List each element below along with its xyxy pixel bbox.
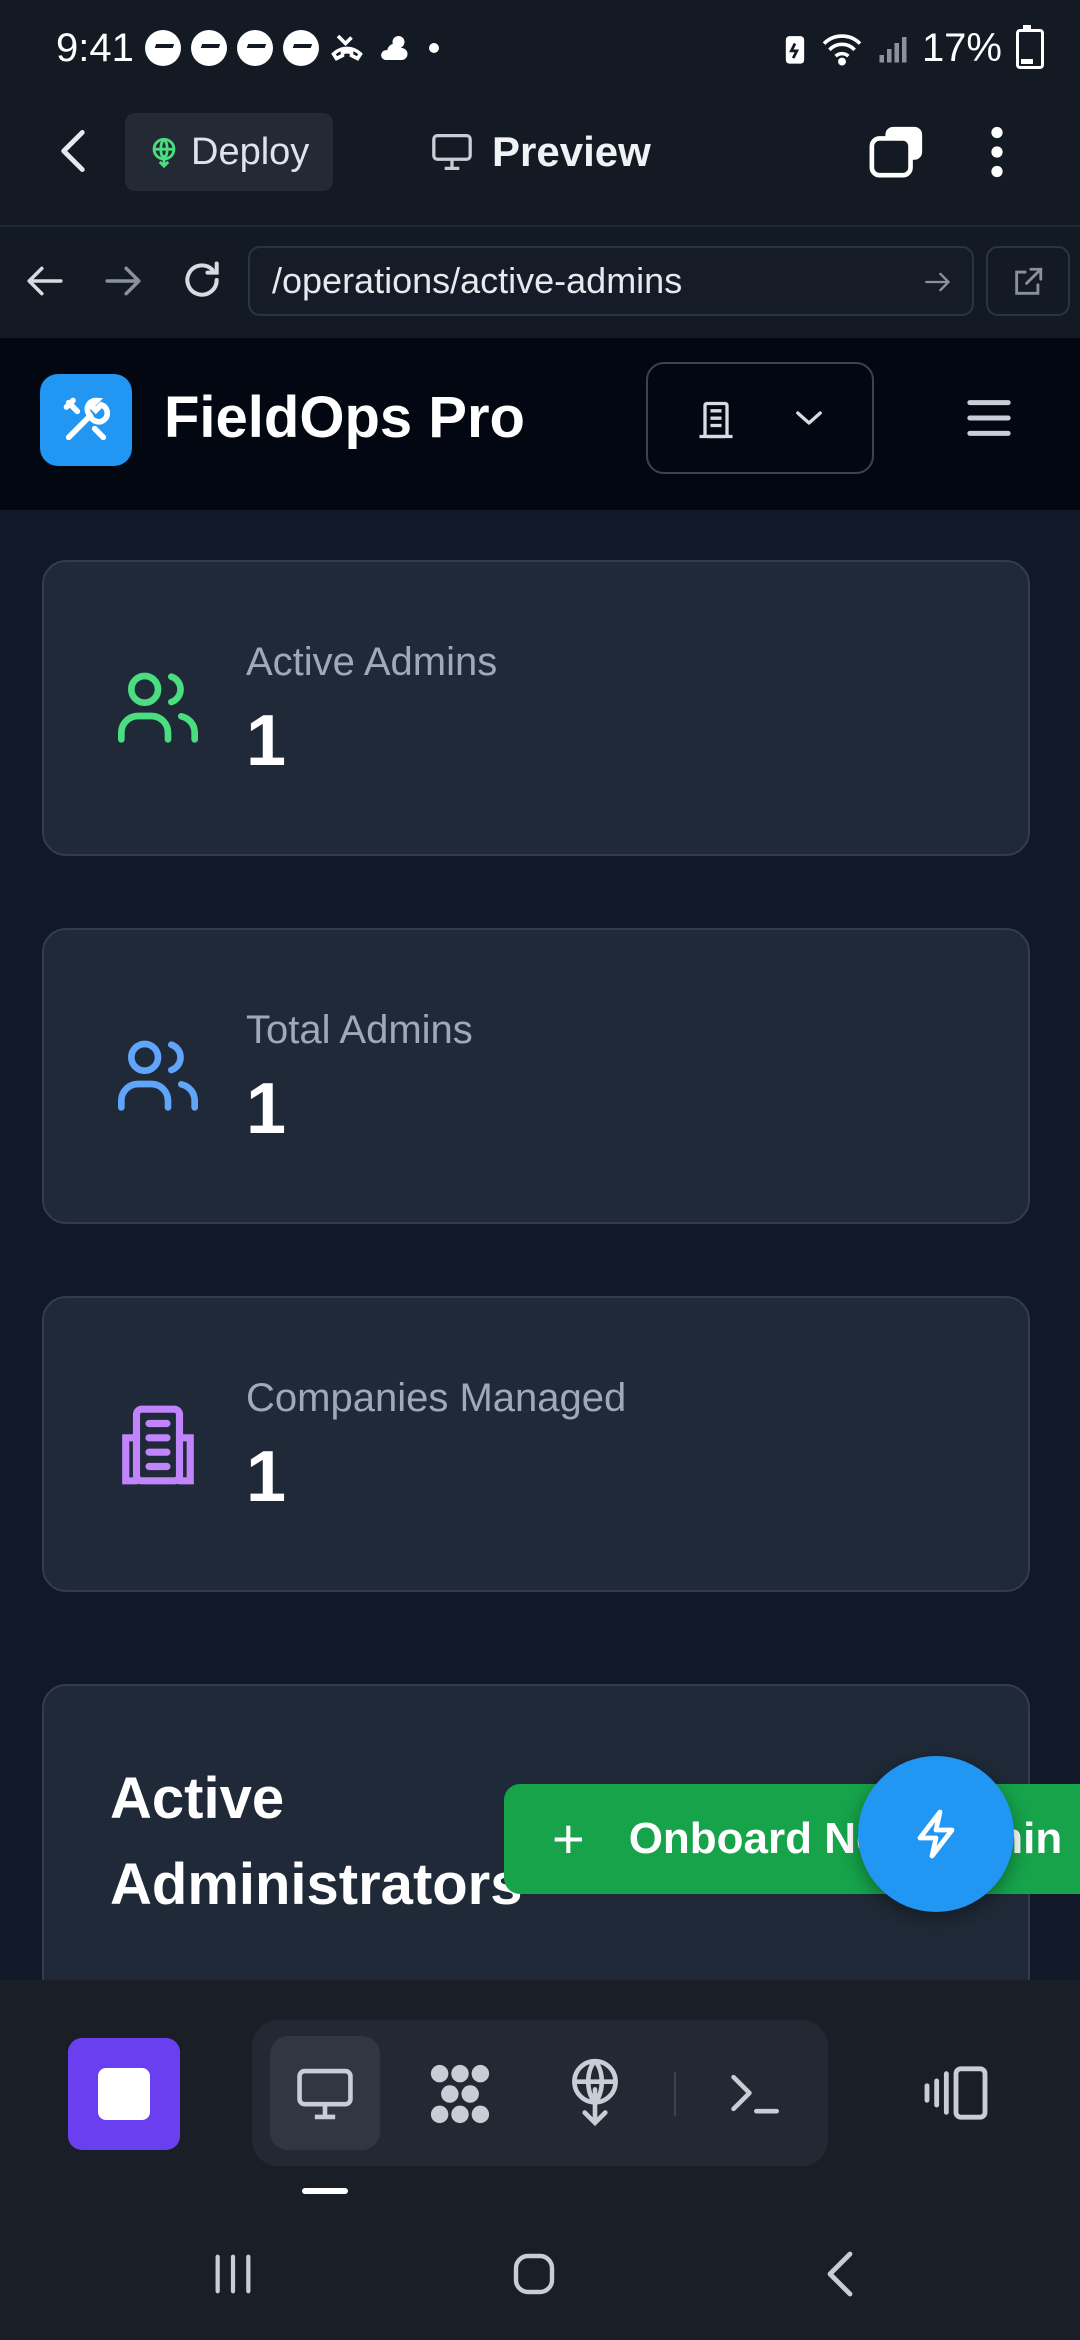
app-logo[interactable] (40, 374, 132, 466)
home-icon[interactable] (510, 2250, 558, 2298)
reload-icon[interactable] (180, 258, 224, 302)
stop-icon (98, 2068, 150, 2120)
go-arrow-icon[interactable] (924, 270, 952, 294)
messenger-icon (283, 30, 319, 66)
url-text: /operations/active-admins (272, 260, 683, 301)
stat-card-companies-managed: Companies Managed 1 (42, 1296, 1030, 1592)
back-chevron-icon[interactable] (60, 128, 86, 174)
system-back-icon[interactable] (826, 2250, 854, 2298)
tabs-switcher-icon[interactable] (868, 124, 926, 180)
stat-value: 1 (246, 1069, 287, 1149)
more-options-icon[interactable] (990, 126, 1004, 178)
external-link-icon (1015, 267, 1043, 295)
messenger-icon (237, 30, 273, 66)
stat-value: 1 (246, 701, 287, 781)
users-icon (117, 672, 198, 743)
active-tab-indicator (302, 2188, 348, 2194)
more-notifications-dot (429, 43, 439, 53)
wifi-icon (822, 33, 862, 66)
battery-percent: 17% (921, 26, 1002, 70)
lightning-icon (917, 1809, 955, 1859)
terminal-icon[interactable] (726, 2068, 782, 2118)
plus-icon: + (552, 1807, 585, 1870)
battery-icon (1016, 24, 1044, 69)
battery-saver-icon (785, 35, 805, 64)
system-status: 17% (784, 24, 1044, 71)
monitor-icon (432, 133, 472, 170)
recent-apps-icon[interactable] (210, 2252, 256, 2296)
site-title: FieldOps Pro (164, 385, 525, 450)
browser-back-icon[interactable] (26, 265, 64, 297)
stop-button[interactable] (68, 2038, 180, 2150)
cluster-icon[interactable] (424, 2062, 496, 2126)
signal-icon (879, 36, 907, 62)
chevron-down-icon (796, 411, 822, 425)
status-time: 9:41 (56, 26, 134, 70)
stat-card-total-admins: Total Admins 1 (42, 928, 1030, 1224)
dock-separator (674, 2072, 676, 2116)
section-title: Active Administrators (110, 1766, 523, 1917)
hamburger-menu-icon[interactable] (966, 398, 1012, 438)
device-switch-icon[interactable] (922, 2064, 990, 2122)
notification-icons (145, 30, 439, 66)
browser-forward-icon[interactable] (104, 265, 142, 297)
building-icon (122, 1405, 194, 1485)
deploy-icon[interactable] (564, 2056, 626, 2128)
deploy-icon (152, 137, 176, 169)
missed-call-icon (331, 34, 363, 61)
tools-icon (63, 397, 111, 441)
monitor-icon (297, 2068, 353, 2120)
messenger-icon (145, 30, 181, 66)
quick-action-fab[interactable] (858, 1756, 1014, 1912)
deploy-label: Deploy (191, 130, 310, 173)
url-input[interactable]: /operations/active-admins (248, 246, 974, 316)
preview-label: Preview (492, 128, 651, 175)
open-external-button[interactable] (986, 246, 1070, 316)
building-icon (699, 401, 733, 439)
preview-tab[interactable]: Preview (430, 128, 651, 176)
messenger-icon (191, 30, 227, 66)
deploy-button[interactable]: Deploy (125, 113, 333, 191)
stat-label: Total Admins (246, 1008, 473, 1052)
stat-label: Companies Managed (246, 1376, 627, 1420)
stat-label: Active Admins (246, 640, 498, 684)
stat-value: 1 (246, 1437, 287, 1517)
users-icon (117, 1040, 198, 1111)
company-selector[interactable] (646, 362, 874, 474)
site-header (0, 338, 1080, 512)
stat-card-active-admins: Active Admins 1 (42, 560, 1030, 856)
weather-icon (381, 36, 408, 60)
